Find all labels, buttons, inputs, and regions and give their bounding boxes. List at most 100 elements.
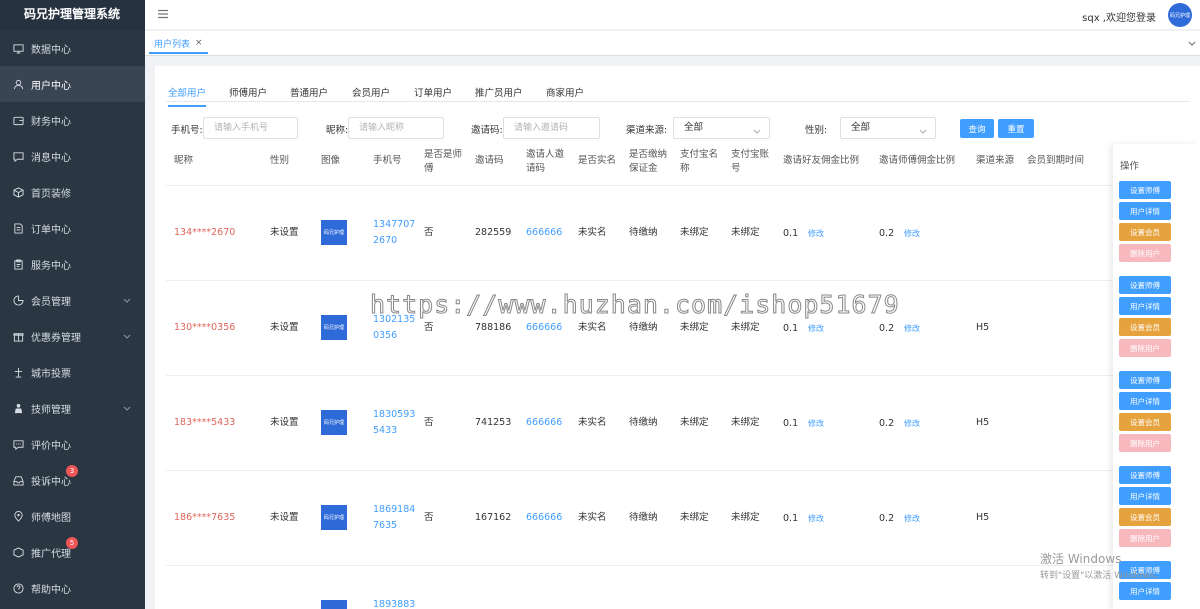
set-member-button[interactable]: 设置会员 bbox=[1119, 223, 1171, 241]
nickname-cell[interactable]: 183****5433 bbox=[174, 415, 235, 431]
set-member-button[interactable]: 设置会员 bbox=[1119, 413, 1171, 431]
tab-promoter-users[interactable]: 推广员用户 bbox=[475, 85, 523, 105]
delete-user-button[interactable]: 删除用户 bbox=[1119, 244, 1171, 262]
reset-button[interactable]: 重置 bbox=[998, 119, 1034, 138]
inviter-code-link[interactable]: 666666 bbox=[526, 225, 562, 241]
invite-code-input[interactable] bbox=[503, 117, 600, 139]
user-detail-button[interactable]: 用户详情 bbox=[1119, 202, 1171, 220]
sidebar-item[interactable]: 城市投票 bbox=[0, 354, 145, 390]
sidebar-item-label: 首页装修 bbox=[31, 188, 71, 200]
tab-merchant-users[interactable]: 商家用户 bbox=[546, 85, 584, 105]
edit-master-ratio-link[interactable]: 修改 bbox=[904, 511, 920, 527]
user-detail-button[interactable]: 用户详情 bbox=[1119, 582, 1171, 600]
operations-column: 操作 设置师傅 用户详情 设置会员 删除用户 设置师傅 用户详情 设置会员 删除用户 设置师傅用… bbox=[1113, 144, 1200, 609]
sidebar-item[interactable]: 师傅地图 bbox=[0, 498, 145, 534]
set-master-button[interactable]: 设置师傅 bbox=[1119, 371, 1171, 389]
edit-master-ratio-link[interactable]: 修改 bbox=[904, 416, 920, 432]
user-icon bbox=[12, 78, 24, 90]
channel-select-value: 全部 bbox=[684, 122, 704, 133]
sidebar-item[interactable]: 数据中心 bbox=[0, 30, 145, 66]
phone-line1: 1830593 bbox=[373, 409, 416, 420]
inviter-code-link[interactable]: 666666 bbox=[526, 510, 562, 526]
set-member-button[interactable]: 设置会员 bbox=[1119, 508, 1171, 526]
sidebar-item-label: 优惠券管理 bbox=[31, 332, 81, 344]
user-image[interactable]: 码兄护理 bbox=[321, 315, 347, 340]
query-button[interactable]: 查询 bbox=[960, 119, 994, 138]
user-image[interactable]: 码兄护理 bbox=[321, 600, 347, 609]
sidebar-item[interactable]: 订单中心 bbox=[0, 210, 145, 246]
nickname-input[interactable] bbox=[348, 117, 444, 139]
sidebar-item[interactable]: 技师管理 bbox=[0, 390, 145, 426]
delete-user-button[interactable]: 删除用户 bbox=[1119, 434, 1171, 452]
set-master-button[interactable]: 设置师傅 bbox=[1119, 466, 1171, 484]
edit-friend-ratio-link[interactable]: 修改 bbox=[808, 321, 824, 337]
user-image[interactable]: 码兄护理 bbox=[321, 410, 347, 435]
set-master-button[interactable]: 设置师傅 bbox=[1119, 276, 1171, 294]
sidebar-item[interactable]: 财务中心 bbox=[0, 102, 145, 138]
channel-select[interactable]: 全部 bbox=[673, 117, 770, 139]
delete-user-button[interactable]: 删除用户 bbox=[1119, 339, 1171, 357]
sidebar-item[interactable]: 评价中心 bbox=[0, 426, 145, 462]
clipboard-icon bbox=[12, 258, 24, 270]
tab-all-users[interactable]: 全部用户 bbox=[168, 85, 207, 107]
alipay-name-cell: 未绑定 bbox=[680, 322, 709, 333]
user-detail-button[interactable]: 用户详情 bbox=[1119, 297, 1171, 315]
avatar[interactable]: 码兄护理 bbox=[1168, 3, 1192, 27]
sidebar-item[interactable]: 帮助中心 bbox=[0, 570, 145, 606]
phone-input[interactable] bbox=[203, 117, 298, 139]
pie-icon bbox=[12, 294, 24, 306]
channel-cell: H5 bbox=[976, 417, 990, 428]
edit-friend-ratio-link[interactable]: 修改 bbox=[808, 511, 824, 527]
sidebar-item[interactable]: 首页装修 bbox=[0, 174, 145, 210]
sidebar-item-label: 消息中心 bbox=[31, 152, 71, 164]
col-alipay-acc-line1: 支付宝账 bbox=[731, 149, 770, 160]
alipay-name-cell: 未绑定 bbox=[680, 417, 709, 428]
sidebar-item-label: 城市投票 bbox=[31, 368, 71, 380]
gender-select[interactable]: 全部 bbox=[840, 117, 936, 139]
sidebar-item[interactable]: 消息中心 bbox=[0, 138, 145, 174]
nickname-label: 昵称: bbox=[326, 125, 349, 136]
is-master-cell: 否 bbox=[424, 417, 434, 428]
col-image: 图像 bbox=[321, 155, 341, 166]
sidebar-item[interactable]: 优惠券管理 bbox=[0, 318, 145, 354]
edit-master-ratio-link[interactable]: 修改 bbox=[904, 226, 920, 242]
set-member-button[interactable]: 设置会员 bbox=[1119, 318, 1171, 336]
sidebar-item[interactable]: 投诉中心 3 bbox=[0, 462, 145, 498]
edit-friend-ratio-link[interactable]: 修改 bbox=[808, 226, 824, 242]
row-divider bbox=[166, 470, 1190, 471]
nickname-cell[interactable]: 186****7635 bbox=[174, 510, 235, 526]
sidebar-item[interactable]: 服务中心 bbox=[0, 246, 145, 282]
cube-icon bbox=[12, 186, 24, 198]
chevron-down-icon[interactable] bbox=[1188, 39, 1196, 50]
user-image[interactable]: 码兄护理 bbox=[321, 220, 347, 245]
sidebar-item[interactable]: 用户中心 bbox=[0, 66, 145, 102]
edit-friend-ratio-link[interactable]: 修改 bbox=[808, 416, 824, 432]
row-divider bbox=[166, 375, 1190, 376]
tab-order-users[interactable]: 订单用户 bbox=[414, 85, 452, 105]
gender-cell: 未设置 bbox=[270, 227, 299, 238]
nickname-cell[interactable]: 134****2670 bbox=[174, 225, 235, 241]
tab-member-users[interactable]: 会员用户 bbox=[352, 85, 390, 105]
realname-cell: 未实名 bbox=[578, 417, 607, 428]
sidebar-item-label: 服务中心 bbox=[31, 260, 71, 272]
close-icon[interactable]: × bbox=[195, 38, 203, 48]
nickname-cell[interactable]: 130****0356 bbox=[174, 320, 235, 336]
tab-master-users[interactable]: 师傅用户 bbox=[229, 85, 267, 105]
tab-normal-users[interactable]: 普通用户 bbox=[290, 85, 328, 105]
delete-user-button[interactable]: 删除用户 bbox=[1119, 529, 1171, 547]
menu-toggle-icon[interactable] bbox=[157, 8, 169, 23]
user-image[interactable]: 码兄护理 bbox=[321, 505, 347, 530]
sidebar-item[interactable]: 推广代理 5 bbox=[0, 534, 145, 570]
col-alipay-acc-line2: 号 bbox=[731, 163, 741, 174]
inviter-code-link[interactable]: 666666 bbox=[526, 415, 562, 431]
user-detail-button[interactable]: 用户详情 bbox=[1119, 392, 1171, 410]
friend-ratio-cell: 0.1 bbox=[783, 513, 799, 524]
col-is-master: 是否是师傅 bbox=[424, 148, 462, 176]
phone-cell: 1830593 5433 bbox=[373, 407, 415, 439]
set-master-button[interactable]: 设置师傅 bbox=[1119, 181, 1171, 199]
inviter-code-link[interactable]: 666666 bbox=[526, 320, 562, 336]
user-detail-button[interactable]: 用户详情 bbox=[1119, 487, 1171, 505]
tab-user-list[interactable]: 用户列表 × bbox=[149, 34, 208, 54]
edit-master-ratio-link[interactable]: 修改 bbox=[904, 321, 920, 337]
sidebar-item[interactable]: 会员管理 bbox=[0, 282, 145, 318]
